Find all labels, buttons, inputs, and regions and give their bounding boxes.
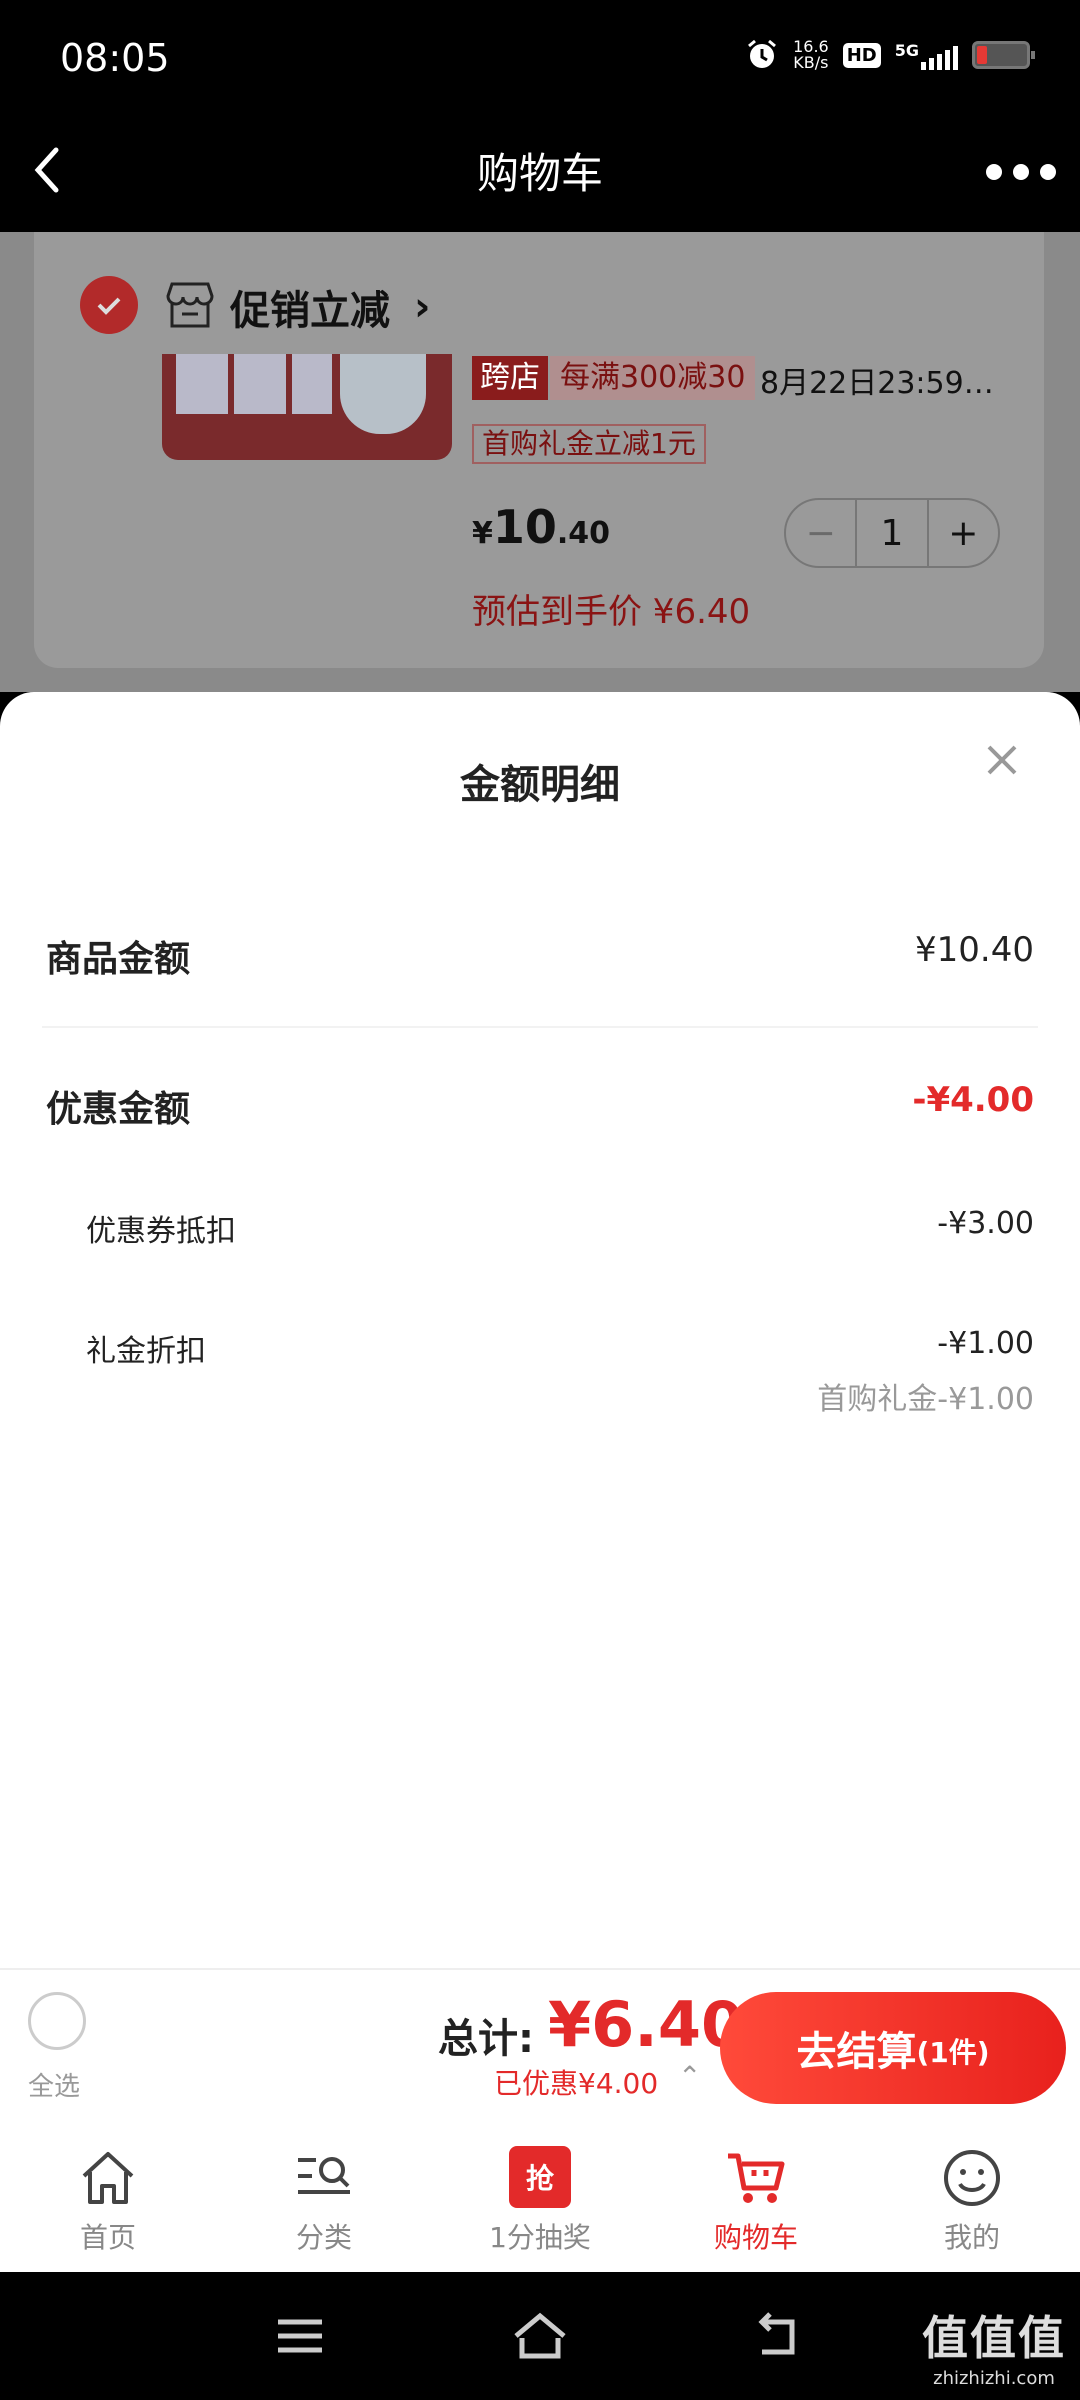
gift-discount-value: -¥1.00: [937, 1326, 1034, 1361]
discount-row: 优惠金额 -¥4.00: [46, 1080, 1034, 1132]
amount-detail-sheet: 金额明细 商品金额 ¥10.40 优惠金额 -¥4.00 优惠券抵扣 -¥3.0…: [0, 692, 1080, 1968]
tab-cart[interactable]: 购物车: [648, 2124, 864, 2272]
item-price: ¥10.40: [472, 500, 611, 554]
product-image[interactable]: [162, 354, 452, 460]
cart-icon: [728, 2153, 785, 2203]
chevron-right-icon[interactable]: ›: [414, 284, 430, 330]
goods-amount-label: 商品金额: [46, 939, 191, 980]
sheet-title: 金额明细: [460, 762, 620, 808]
goods-amount-row: 商品金额 ¥10.40: [46, 930, 1034, 982]
back-nav-icon[interactable]: [752, 2308, 808, 2364]
clock: 08:05: [60, 36, 170, 80]
battery-icon: [972, 41, 1035, 69]
more-button[interactable]: [986, 152, 1056, 192]
gift-discount-label: 礼金折扣: [86, 1334, 206, 1369]
home-icon: [82, 2152, 134, 2204]
checkout-bar: 全选 总计: ¥6.40 已优惠¥4.00 ⌃ 去结算 (1件): [0, 1968, 1080, 2124]
page-title: 购物车: [476, 149, 603, 198]
close-button[interactable]: [972, 730, 1032, 790]
net-speed: 16.6 KB/s: [793, 37, 829, 72]
alarm-icon: [748, 39, 777, 68]
status-icons: 16.6 KB/s HD 5G: [745, 37, 1035, 72]
promo-tag: 每满300减30: [550, 356, 756, 400]
goods-amount-value: ¥10.40: [915, 930, 1034, 970]
divider: [42, 1026, 1038, 1028]
decrease-button[interactable]: −: [786, 500, 855, 566]
tooth-graphic: [340, 354, 426, 434]
cart-background: 促销立减 › 跨店 每满300减30 8月22日23:59… 首购礼金立减1元 …: [0, 232, 1080, 692]
select-all-checkbox[interactable]: [28, 1992, 86, 2050]
grab-badge-icon: 抢: [509, 2146, 571, 2208]
store-icon: [166, 282, 214, 328]
item-checkbox[interactable]: [80, 276, 138, 334]
gift-note: 首购礼金-¥1.00: [817, 1382, 1034, 1417]
signal-indicator: 5G: [895, 41, 958, 70]
promo-store-label[interactable]: 促销立减: [230, 278, 390, 336]
select-all-label[interactable]: 全选: [28, 2066, 80, 2103]
tab-lottery[interactable]: 抢 1分抽奖: [432, 2124, 648, 2272]
cross-store-tag: 跨店: [472, 356, 548, 400]
quantity-stepper: − 1 +: [784, 498, 1000, 568]
tab-category[interactable]: 分类: [216, 2124, 432, 2272]
close-icon: [987, 745, 1017, 775]
coupon-label: 优惠券抵扣: [86, 1214, 236, 1249]
checkout-button[interactable]: 去结算 (1件): [720, 1992, 1066, 2104]
total-value: ¥6.40: [548, 1988, 745, 2061]
estimated-price: 预估到手价 ¥6.40: [472, 592, 751, 632]
chevron-up-icon[interactable]: ⌃: [678, 2060, 701, 2093]
signal-icon: [921, 44, 958, 70]
discount-value: -¥4.00: [912, 1080, 1034, 1120]
home-nav-icon[interactable]: [510, 2308, 570, 2364]
menu-icon[interactable]: [272, 2308, 328, 2364]
cart-item-card: 促销立减 › 跨店 每满300减30 8月22日23:59… 首购礼金立减1元 …: [34, 232, 1044, 668]
check-icon: [97, 297, 121, 315]
tab-bar: 首页 分类 抢 1分抽奖 购物车 我的: [0, 2124, 1080, 2272]
saved-amount[interactable]: 已优惠¥4.00: [494, 2062, 658, 2102]
smiley-icon: [944, 2150, 1000, 2206]
status-bar: 08:05 16.6 KB/s HD 5G: [0, 0, 1080, 120]
coupon-row: 优惠券抵扣 -¥3.00: [46, 1206, 1034, 1250]
watermark: 值值值 zhizhizhi.com: [922, 2311, 1066, 2389]
increase-button[interactable]: +: [929, 500, 998, 566]
app-header: 购物车: [0, 120, 1080, 232]
promo-deadline: 8月22日23:59…: [760, 366, 994, 401]
system-nav-bar: 值值值 zhizhizhi.com: [0, 2272, 1080, 2400]
total-label: 总计:: [438, 2016, 534, 2062]
more-dots-icon: [986, 164, 1002, 180]
gift-discount-row: 礼金折扣 -¥1.00: [46, 1326, 1034, 1370]
discount-label: 优惠金额: [46, 1089, 191, 1130]
quantity-value[interactable]: 1: [855, 500, 929, 566]
gift-tag: 首购礼金立减1元: [472, 424, 706, 464]
hd-badge: HD: [842, 42, 881, 68]
tab-profile[interactable]: 我的: [864, 2124, 1080, 2272]
tab-home[interactable]: 首页: [0, 2124, 216, 2272]
coupon-value: -¥3.00: [937, 1206, 1034, 1241]
category-search-icon: [298, 2157, 350, 2194]
